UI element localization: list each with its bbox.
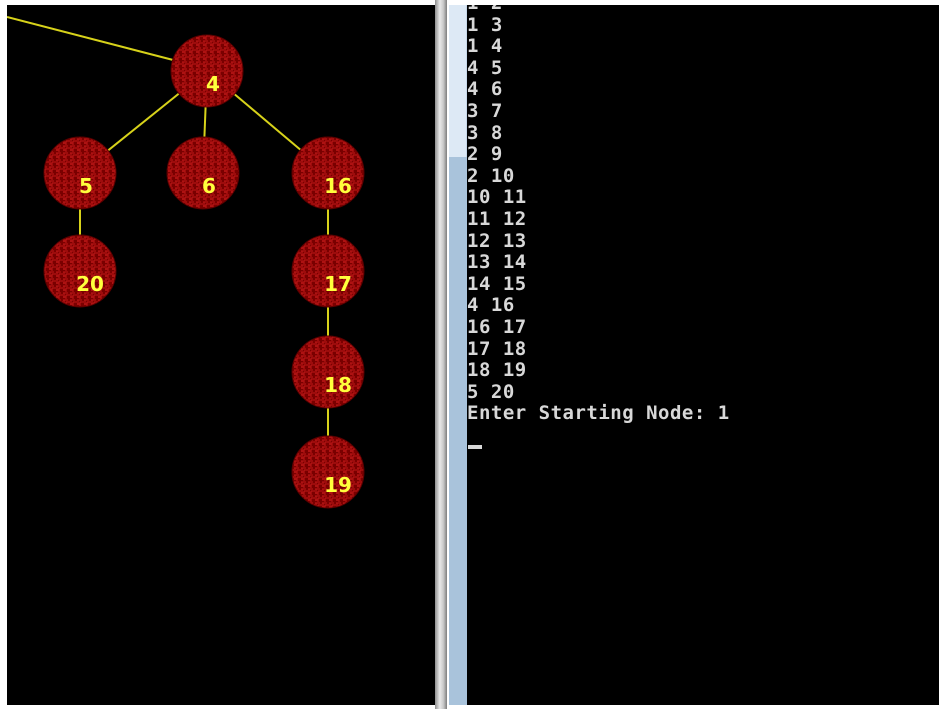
graph-node-label: 19 bbox=[324, 473, 352, 497]
graph-node-circle bbox=[291, 335, 365, 409]
graph-node-16: 16 bbox=[291, 136, 365, 210]
graph-node-label: 17 bbox=[324, 272, 352, 296]
console-line: Enter Starting Node: 1 bbox=[467, 402, 730, 425]
graph-node-circle bbox=[291, 136, 365, 210]
graph-node-label: 20 bbox=[76, 272, 104, 296]
graph-node-18: 18 bbox=[291, 335, 365, 409]
window-divider bbox=[435, 0, 447, 709]
graph-node-circle bbox=[291, 435, 365, 509]
console-line: 5 20 bbox=[467, 380, 515, 403]
console-line: 14 15 bbox=[467, 272, 527, 295]
graph-node-5: 5 bbox=[43, 136, 117, 210]
graph-node-4: 4 bbox=[170, 34, 244, 108]
console-line: 4 5 bbox=[467, 56, 503, 79]
console-line: 16 17 bbox=[467, 315, 527, 338]
console-cursor bbox=[468, 445, 482, 449]
graph-node-20: 20 bbox=[43, 234, 117, 308]
console-line: 18 19 bbox=[467, 359, 527, 382]
graph-node-circle bbox=[291, 234, 365, 308]
graph-node-label: 6 bbox=[202, 174, 216, 198]
graph-canvas: 4 5 6 16 20 17 18 19 bbox=[7, 16, 365, 509]
graph-window: 4 5 6 16 20 17 18 19 bbox=[7, 5, 435, 705]
console-line: 1 2 bbox=[467, 5, 730, 15]
edge-offscreen-parent bbox=[7, 16, 178, 62]
console-scrollbar[interactable] bbox=[449, 5, 467, 705]
console-line: 2 10 bbox=[467, 164, 515, 187]
console-output: 1 21 31 44 54 63 73 82 92 1010 1111 1212… bbox=[467, 5, 730, 425]
console-line: 13 14 bbox=[467, 251, 527, 274]
console-window[interactable]: 1 21 31 44 54 63 73 82 92 1010 1111 1212… bbox=[467, 5, 939, 705]
graph-node-label: 18 bbox=[324, 373, 352, 397]
console-line: 3 8 bbox=[467, 121, 503, 144]
graph-node-circle bbox=[170, 34, 244, 108]
console-line: 17 18 bbox=[467, 337, 527, 360]
graph-node-17: 17 bbox=[291, 234, 365, 308]
console-line: 12 13 bbox=[467, 229, 527, 252]
nodes-layer: 4 5 6 16 20 17 18 19 bbox=[43, 34, 365, 509]
console-line: 10 11 bbox=[467, 186, 527, 209]
console-line: 3 7 bbox=[467, 99, 503, 122]
right-border bbox=[939, 0, 945, 709]
graph-node-19: 19 bbox=[291, 435, 365, 509]
console-line: 4 16 bbox=[467, 294, 515, 317]
graph-node-label: 4 bbox=[206, 72, 220, 96]
graph-node-circle bbox=[166, 136, 240, 210]
console-line: 11 12 bbox=[467, 207, 527, 230]
graph-node-label: 5 bbox=[79, 174, 93, 198]
graph-node-label: 16 bbox=[324, 174, 352, 198]
graph-node-circle bbox=[43, 136, 117, 210]
console-line: 1 3 bbox=[467, 13, 503, 36]
console-scrollbar-thumb[interactable] bbox=[449, 5, 467, 157]
console-line: 2 9 bbox=[467, 143, 503, 166]
graph-node-6: 6 bbox=[166, 136, 240, 210]
console-line: 4 6 bbox=[467, 78, 503, 101]
graph-node-circle bbox=[43, 234, 117, 308]
console-line: 1 4 bbox=[467, 35, 503, 58]
